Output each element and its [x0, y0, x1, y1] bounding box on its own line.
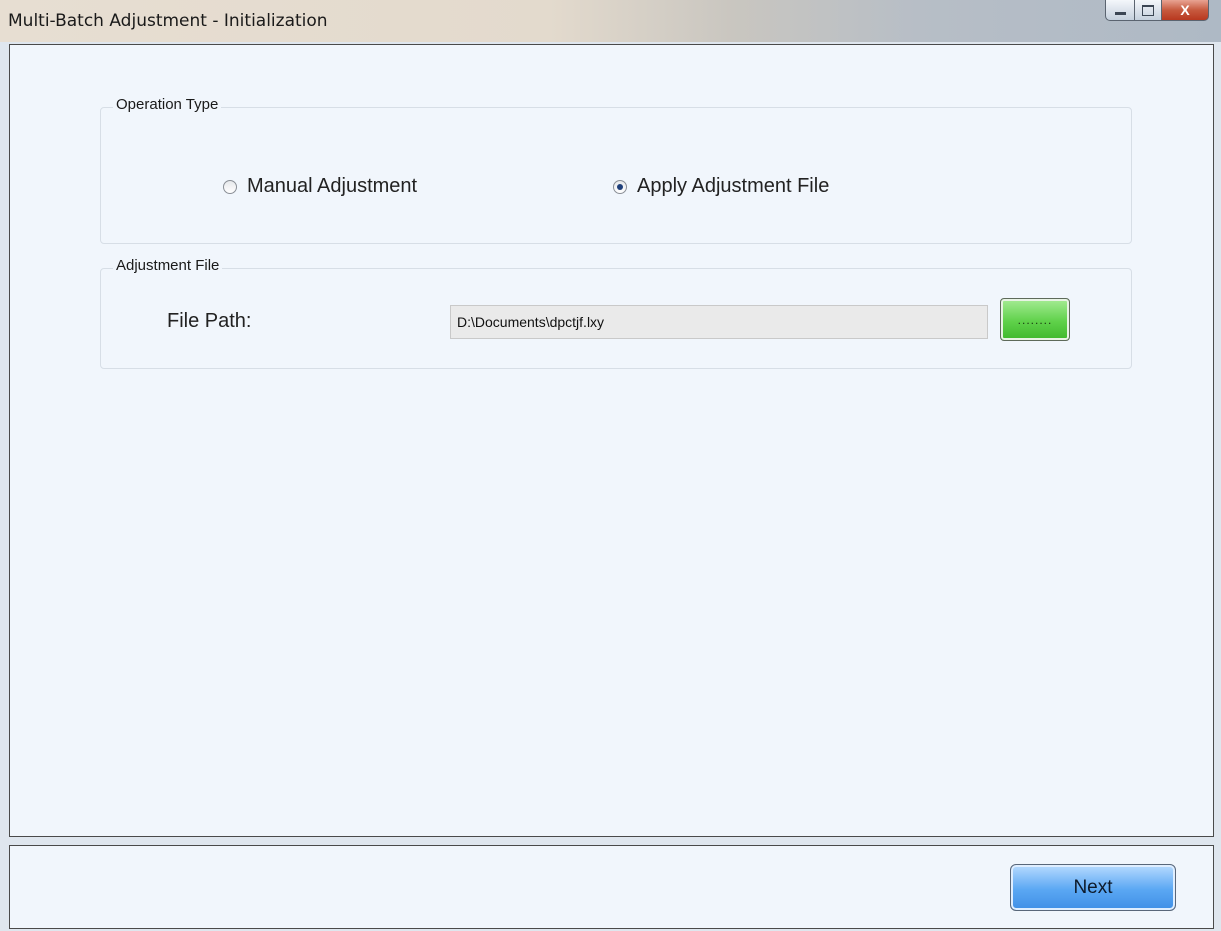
operation-type-legend: Operation Type — [113, 96, 222, 113]
file-path-label: File Path: — [167, 310, 252, 332]
radio-label-apply: Apply Adjustment File — [637, 175, 830, 197]
window-title: Multi-Batch Adjustment - Initialization — [8, 11, 328, 31]
window-controls: X — [1105, 0, 1209, 22]
browse-button-label: ........ — [1017, 312, 1053, 327]
minimize-button[interactable] — [1105, 0, 1135, 21]
file-path-input[interactable] — [450, 305, 988, 339]
minimize-icon — [1114, 11, 1126, 15]
main-panel: Operation Type Manual Adjustment Apply A… — [9, 44, 1214, 837]
browse-button[interactable]: ........ — [1000, 298, 1070, 341]
close-icon: X — [1180, 2, 1190, 18]
next-button[interactable]: Next — [1010, 864, 1176, 911]
maximize-button[interactable] — [1135, 0, 1162, 21]
maximize-icon — [1142, 4, 1154, 16]
radio-checked-icon — [613, 179, 627, 194]
radio-apply-adjustment-file[interactable]: Apply Adjustment File — [613, 175, 829, 198]
radio-label-manual: Manual Adjustment — [247, 175, 418, 197]
radio-manual-adjustment[interactable]: Manual Adjustment — [223, 175, 417, 198]
radio-unchecked-icon — [223, 179, 237, 194]
title-bar: Multi-Batch Adjustment - Initialization … — [0, 0, 1221, 42]
next-button-label: Next — [1073, 876, 1113, 898]
close-button[interactable]: X — [1162, 0, 1209, 21]
footer-panel: Next — [9, 845, 1214, 929]
adjustment-file-legend: Adjustment File — [113, 257, 223, 274]
